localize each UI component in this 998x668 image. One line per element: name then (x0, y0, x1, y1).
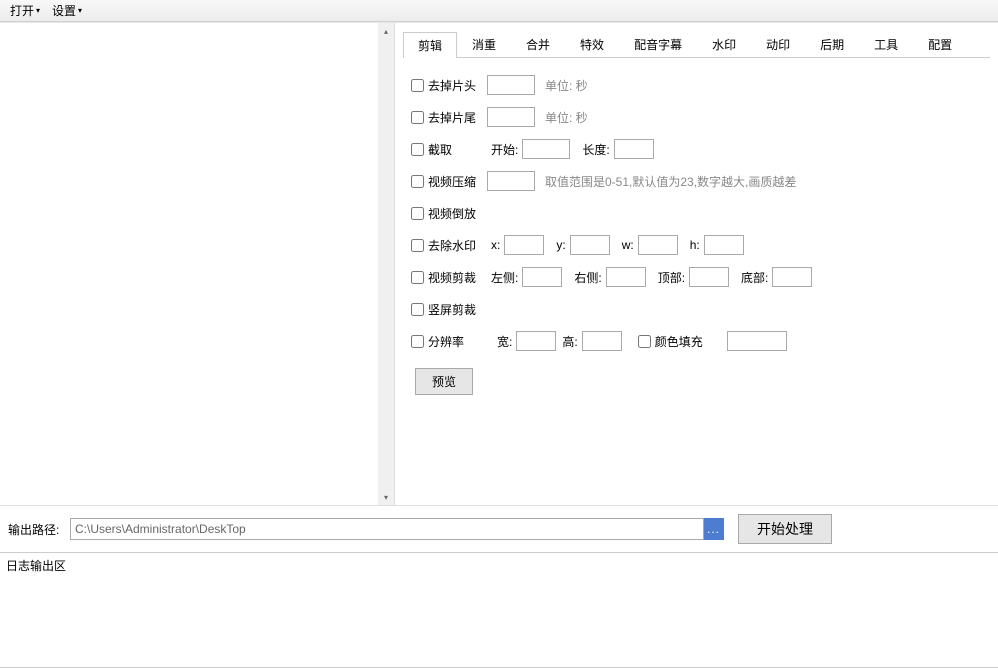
label-length: 长度: (582, 141, 609, 158)
input-height[interactable] (582, 331, 622, 351)
output-path-label: 输出路径: (8, 521, 64, 538)
log-output-area: 日志输出区 (0, 552, 998, 668)
row-reverse: 视频倒放 (411, 202, 982, 224)
row-trim-head: 去掉片头 单位: 秒 (411, 74, 982, 96)
tab-dub-sub[interactable]: 配音字幕 (619, 31, 697, 57)
label-height: 高: (562, 333, 577, 350)
row-resolution: 分辨率 宽: 高: 颜色填充 (411, 330, 982, 352)
tab-config[interactable]: 配置 (913, 31, 967, 57)
tab-bar: 剪辑 消重 合并 特效 配音字幕 水印 动印 后期 工具 配置 (403, 31, 990, 58)
label-x: x: (491, 238, 500, 252)
row-cut: 截取 开始: 长度: (411, 138, 982, 160)
row-preview: 预览 (411, 368, 982, 395)
tab-post[interactable]: 后期 (805, 31, 859, 57)
checkbox-rm-watermark[interactable] (411, 239, 424, 252)
input-left[interactable] (522, 267, 562, 287)
input-length[interactable] (614, 139, 654, 159)
label-trim-tail: 去掉片尾 (428, 109, 476, 126)
tab-tools[interactable]: 工具 (859, 31, 913, 57)
left-scrollbar[interactable]: ▴ ▾ (378, 23, 394, 505)
preview-button[interactable]: 预览 (415, 368, 473, 395)
label-cut: 截取 (428, 141, 452, 158)
tab-edit[interactable]: 剪辑 (403, 32, 457, 58)
main-area: ▴ ▾ 剪辑 消重 合并 特效 配音字幕 水印 动印 后期 工具 配置 去掉片头… (0, 22, 998, 505)
input-h[interactable] (704, 235, 744, 255)
tab-dedup[interactable]: 消重 (457, 31, 511, 57)
hint-compress: 取值范围是0-51,默认值为23,数字越大,画质越差 (545, 173, 796, 190)
menu-settings-label: 设置 (52, 2, 76, 19)
log-label: 日志输出区 (6, 559, 66, 573)
label-reverse: 视频倒放 (428, 205, 476, 222)
tab-watermark[interactable]: 水印 (697, 31, 751, 57)
checkbox-cut[interactable] (411, 143, 424, 156)
label-top: 顶部: (658, 269, 685, 286)
dropdown-icon: ▾ (36, 6, 40, 15)
input-trim-head[interactable] (487, 75, 535, 95)
label-right: 右侧: (574, 269, 601, 286)
label-y: y: (556, 238, 565, 252)
menu-open-label: 打开 (10, 2, 34, 19)
right-pane: 剪辑 消重 合并 特效 配音字幕 水印 动印 后期 工具 配置 去掉片头 单位:… (395, 23, 998, 505)
checkbox-trim-tail[interactable] (411, 111, 424, 124)
label-start: 开始: (491, 141, 518, 158)
input-trim-tail[interactable] (487, 107, 535, 127)
input-w[interactable] (638, 235, 678, 255)
checkbox-compress[interactable] (411, 175, 424, 188)
row-crop: 视频剪裁 左侧: 右侧: 顶部: 底部: (411, 266, 982, 288)
checkbox-vertical-crop[interactable] (411, 303, 424, 316)
menu-open[interactable]: 打开 ▾ (4, 0, 46, 21)
label-trim-head: 去掉片头 (428, 77, 476, 94)
label-vertical-crop: 竖屏剪裁 (428, 301, 476, 318)
output-path-input[interactable] (70, 518, 704, 540)
label-rm-watermark: 去除水印 (428, 237, 476, 254)
tab-merge[interactable]: 合并 (511, 31, 565, 57)
hint-unit-sec2: 单位: 秒 (545, 109, 588, 126)
input-start[interactable] (522, 139, 570, 159)
menubar: 打开 ▾ 设置 ▾ (0, 0, 998, 22)
bottom-rows: 输出路径: ... 开始处理 日志输出区 (0, 505, 998, 668)
input-y[interactable] (570, 235, 610, 255)
label-h: h: (690, 238, 700, 252)
start-button[interactable]: 开始处理 (738, 514, 832, 544)
label-color-fill: 颜色填充 (655, 333, 703, 350)
left-pane: ▴ ▾ (0, 23, 395, 505)
menu-settings[interactable]: 设置 ▾ (46, 0, 88, 21)
output-row: 输出路径: ... 开始处理 (0, 506, 998, 552)
row-compress: 视频压缩 取值范围是0-51,默认值为23,数字越大,画质越差 (411, 170, 982, 192)
input-width[interactable] (516, 331, 556, 351)
input-compress[interactable] (487, 171, 535, 191)
row-rm-watermark: 去除水印 x: y: w: h: (411, 234, 982, 256)
tab-effects[interactable]: 特效 (565, 31, 619, 57)
label-crop: 视频剪裁 (428, 269, 476, 286)
label-resolution: 分辨率 (428, 333, 464, 350)
scroll-down-icon[interactable]: ▾ (378, 489, 394, 505)
input-color-fill[interactable] (727, 331, 787, 351)
input-x[interactable] (504, 235, 544, 255)
label-width: 宽: (497, 333, 512, 350)
input-right[interactable] (606, 267, 646, 287)
tab-movemark[interactable]: 动印 (751, 31, 805, 57)
row-trim-tail: 去掉片尾 单位: 秒 (411, 106, 982, 128)
checkbox-trim-head[interactable] (411, 79, 424, 92)
checkbox-resolution[interactable] (411, 335, 424, 348)
label-left: 左侧: (491, 269, 518, 286)
checkbox-crop[interactable] (411, 271, 424, 284)
label-w: w: (622, 238, 634, 252)
input-top[interactable] (689, 267, 729, 287)
checkbox-reverse[interactable] (411, 207, 424, 220)
hint-unit-sec: 单位: 秒 (545, 77, 588, 94)
checkbox-color-fill[interactable] (638, 335, 651, 348)
browse-button[interactable]: ... (704, 518, 724, 540)
row-vertical-crop: 竖屏剪裁 (411, 298, 982, 320)
scroll-up-icon[interactable]: ▴ (378, 23, 394, 39)
label-bottom: 底部: (741, 269, 768, 286)
tab-content: 去掉片头 单位: 秒 去掉片尾 单位: 秒 截取 开始: (403, 58, 990, 413)
dropdown-icon: ▾ (78, 6, 82, 15)
label-compress: 视频压缩 (428, 173, 476, 190)
input-bottom[interactable] (772, 267, 812, 287)
